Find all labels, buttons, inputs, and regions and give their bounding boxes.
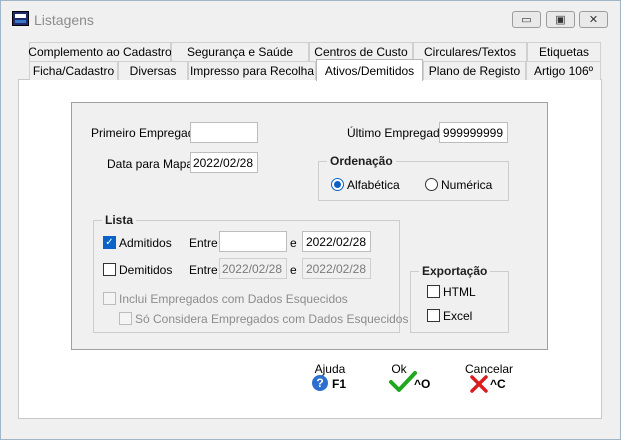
admitidos-to-input[interactable]: 2022/02/28 [302,231,371,252]
exportacao-group: Exportação [410,264,509,333]
tab-diversas[interactable]: Diversas [118,61,188,80]
cancelar-label: Cancelar [465,362,514,376]
tab-ativos-demitidos[interactable]: Ativos/Demitidos [316,59,423,81]
cancel-x-icon[interactable] [470,375,488,393]
checkmark-icon[interactable] [389,371,417,393]
ok-key: ^O [414,377,431,391]
cancelar-key: ^C [490,377,506,391]
admitidos-label[interactable]: Admitidos [119,236,172,250]
cancelar-button[interactable]: Cancelar [465,362,513,376]
excel-label[interactable]: Excel [443,309,472,323]
ordenacao-title: Ordenação [327,154,396,168]
ultimo-empregado-label: Último Empregado [347,126,447,140]
listagens-window: Listagens ▭ ▣ ✕ Complemento ao Cadastro … [0,0,621,440]
demitidos-e-label: e [290,263,297,277]
admitidos-e-label: e [290,236,297,250]
demitidos-to-input[interactable]: 2022/02/28 [302,258,371,279]
window-title: Listagens [34,12,94,28]
primeiro-empregado-label: Primeiro Empregado [91,126,202,140]
help-icon[interactable]: ? [312,375,328,391]
title-bar[interactable]: Listagens ▭ ▣ ✕ [1,1,620,33]
admitidos-entre-label: Entre [189,236,218,250]
close-icon: ✕ [588,14,599,26]
app-icon [12,11,29,26]
close-button[interactable]: ✕ [579,11,608,28]
minimize-icon: ▭ [521,14,532,26]
demitidos-from-input[interactable]: 2022/02/28 [219,258,287,279]
so-considera-esquecidos-label[interactable]: Só Considera Empregados com Dados Esquec… [135,312,408,326]
demitidos-entre-label: Entre [189,263,218,277]
so-considera-esquecidos-checkbox[interactable] [119,312,132,325]
lista-title: Lista [102,213,137,227]
ajuda-key: F1 [332,377,347,391]
data-mapa-label: Data para Mapa [107,157,194,171]
tab-artigo-106[interactable]: Artigo 106º [526,61,601,80]
tab-complemento-cadastro[interactable]: Complemento ao Cadastro [28,42,172,61]
minimize-button[interactable]: ▭ [512,11,541,28]
data-mapa-input[interactable]: 2022/02/28 [190,152,258,173]
demitidos-label[interactable]: Demitidos [119,263,172,277]
radio-numerica-label[interactable]: Numérica [441,178,492,192]
radio-alfabetica[interactable] [331,178,344,191]
maximize-icon: ▣ [555,14,566,26]
tab-seguranca-saude[interactable]: Segurança e Saúde [171,42,309,61]
exportacao-title: Exportação [419,264,491,278]
inclui-esquecidos-label[interactable]: Inclui Empregados com Dados Esquecidos [119,292,348,306]
admitidos-checkbox[interactable]: ✓ [103,236,116,249]
html-label[interactable]: HTML [443,285,476,299]
admitidos-from-input[interactable] [219,231,287,252]
tab-impresso-recolha[interactable]: Impresso para Recolha [188,61,316,80]
demitidos-checkbox[interactable] [103,263,116,276]
ajuda-button[interactable]: Ajuda [313,362,347,376]
tab-plano-registo[interactable]: Plano de Registo [423,61,526,80]
ajuda-label: Ajuda [314,362,346,376]
html-checkbox[interactable] [427,285,440,298]
radio-numerica[interactable] [425,178,438,191]
tab-ficha-cadastro[interactable]: Ficha/Cadastro [29,61,118,80]
maximize-button[interactable]: ▣ [546,11,575,28]
primeiro-empregado-input[interactable] [190,122,258,143]
ultimo-empregado-input[interactable]: 999999999 [439,122,508,143]
radio-alfabetica-label[interactable]: Alfabética [347,178,400,192]
excel-checkbox[interactable] [427,309,440,322]
inclui-esquecidos-checkbox[interactable] [103,292,116,305]
tab-circulares-textos[interactable]: Circulares/Textos [413,42,527,61]
tab-etiquetas[interactable]: Etiquetas [527,42,601,61]
